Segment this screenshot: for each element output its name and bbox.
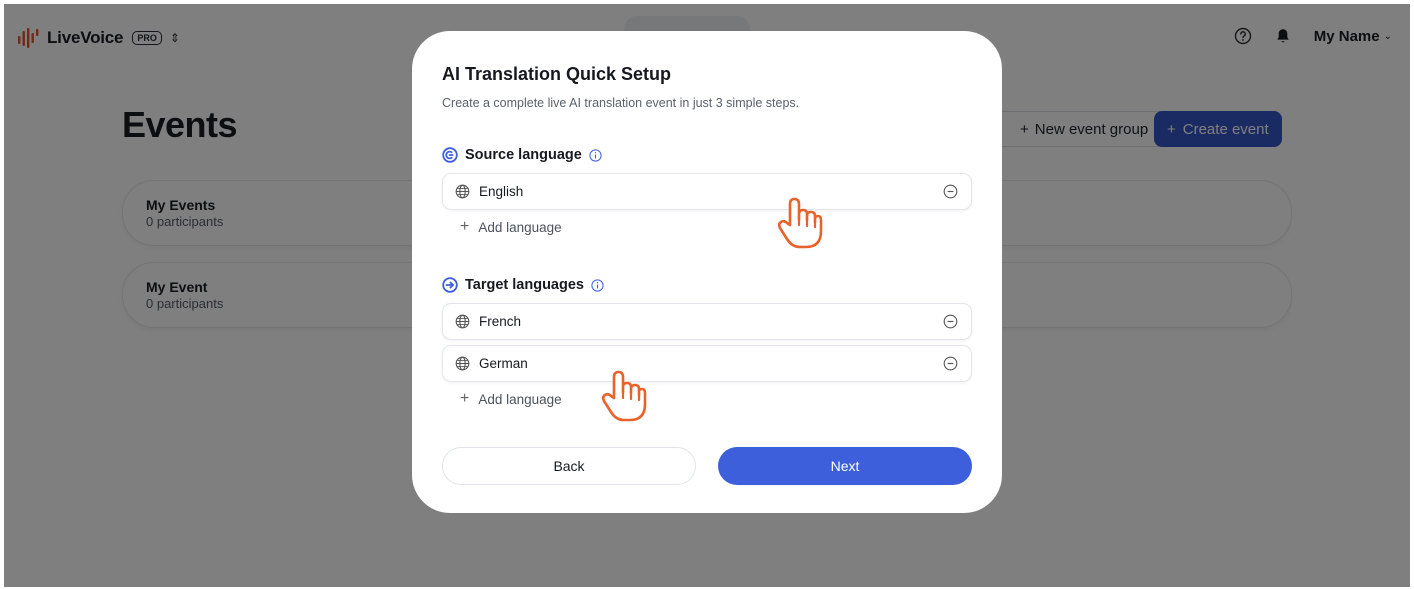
add-target-language-button[interactable]: + Add language (460, 391, 562, 407)
back-button[interactable]: Back (442, 447, 696, 485)
source-language-row[interactable]: English (442, 173, 972, 210)
add-language-label: Add language (478, 391, 562, 407)
target-languages-label: Target languages (465, 277, 584, 293)
globe-icon (455, 314, 470, 329)
remove-language-icon[interactable] (943, 184, 958, 199)
target-language-icon (442, 277, 458, 293)
app-window: LiveVoice PRO ⇕ My Name ⌄ Events + New e… (4, 4, 1410, 587)
modal-subtitle: Create a complete live AI translation ev… (442, 96, 800, 110)
plus-icon: + (460, 390, 470, 407)
globe-icon (455, 356, 470, 371)
modal-title: AI Translation Quick Setup (442, 64, 672, 84)
remove-language-icon[interactable] (943, 314, 958, 329)
target-languages-heading: Target languages (442, 277, 604, 293)
info-icon[interactable] (591, 278, 604, 292)
target-language-row[interactable]: French (442, 303, 972, 340)
target-language-row[interactable]: German (442, 345, 972, 382)
source-language-icon (442, 147, 458, 163)
plus-icon: + (460, 218, 470, 235)
language-name: German (479, 356, 528, 371)
next-button[interactable]: Next (718, 447, 972, 485)
pointing-hand-cursor-icon (601, 370, 647, 422)
globe-icon (455, 184, 470, 199)
add-source-language-button[interactable]: + Add language (460, 219, 562, 235)
add-language-label: Add language (478, 219, 562, 235)
language-name: French (479, 314, 522, 329)
language-name: English (479, 184, 524, 199)
info-icon[interactable] (589, 148, 602, 162)
remove-language-icon[interactable] (943, 356, 958, 371)
source-language-heading: Source language (442, 147, 602, 163)
pointing-hand-cursor-icon (777, 197, 823, 249)
source-language-label: Source language (465, 147, 582, 163)
quick-setup-modal: AI Translation Quick Setup Create a comp… (412, 31, 1002, 513)
